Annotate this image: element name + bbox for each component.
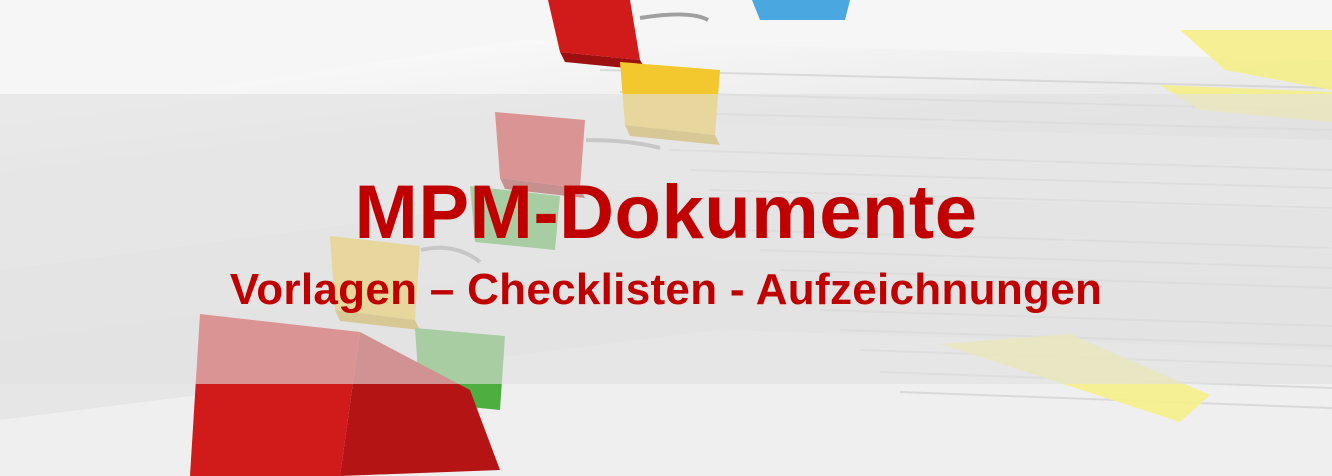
banner-title-text: MPM-Dokumente [354, 170, 978, 255]
banner-title: MPM-Dokumente [0, 170, 1332, 256]
banner-subtitle: Vorlagen – Checklisten - Aufzeichnungen [0, 262, 1332, 318]
hero-banner: MPM-Dokumente Vorlagen – Checklisten - A… [0, 0, 1332, 476]
banner-subtitle-text: Vorlagen – Checklisten - Aufzeichnungen [229, 265, 1103, 314]
